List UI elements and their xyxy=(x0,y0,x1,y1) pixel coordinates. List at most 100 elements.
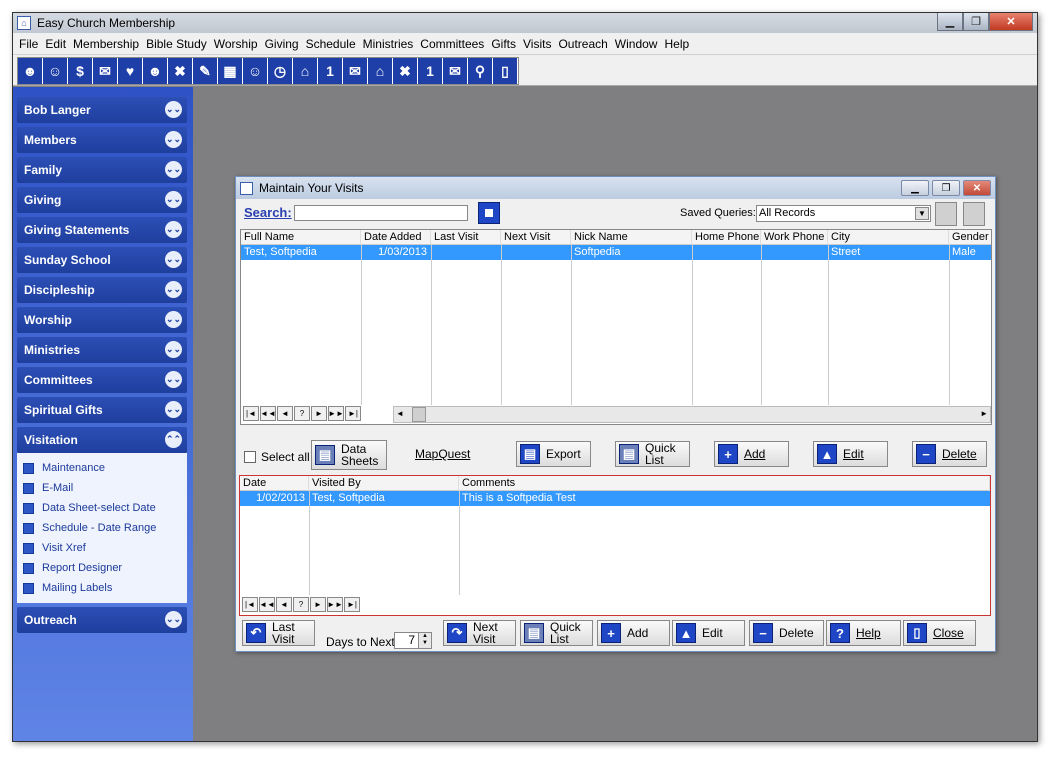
child-title-bar[interactable]: Maintain Your Visits ▁ ❐ ✕ xyxy=(236,177,995,199)
col-last-visit[interactable]: Last Visit xyxy=(431,230,501,245)
sidebar-item-family[interactable]: Family ⌄⌄ xyxy=(17,157,187,183)
envelope-person2-icon[interactable]: ✉ xyxy=(443,58,467,84)
nav-next-page-button[interactable]: ►► xyxy=(327,597,343,612)
last-visit-button[interactable]: ↶ Last Visit xyxy=(242,620,315,646)
help-button[interactable]: ? Help xyxy=(826,620,901,646)
nav-last-button[interactable]: ►| xyxy=(345,406,361,421)
col-home-phone[interactable]: Home Phone xyxy=(692,230,761,245)
sidebar-item-worship[interactable]: Worship ⌄⌄ xyxy=(17,307,187,333)
col-date[interactable]: Date xyxy=(240,476,309,491)
sidebar-item-sunday-school[interactable]: Sunday School ⌄⌄ xyxy=(17,247,187,273)
sidebar-sub-mailing-labels[interactable]: Mailing Labels xyxy=(17,578,187,598)
sidebar-item-discipleship[interactable]: Discipleship ⌄⌄ xyxy=(17,277,187,303)
chevron-down-icon[interactable]: ⌄⌄ xyxy=(165,251,182,268)
minimize-button[interactable]: ▁ xyxy=(937,13,963,31)
sidebar-item-ministries[interactable]: Ministries ⌄⌄ xyxy=(17,337,187,363)
menu-visits[interactable]: Visits xyxy=(523,37,558,51)
calendar-icon[interactable]: ▦ xyxy=(218,58,242,84)
chevron-up-icon[interactable]: ⌃⌃ xyxy=(165,431,182,448)
sidebar-sub-report-designer[interactable]: Report Designer xyxy=(17,558,187,578)
col-visited-by[interactable]: Visited By xyxy=(309,476,459,491)
saved-query-button-2[interactable] xyxy=(963,202,985,226)
col-work-phone[interactable]: Work Phone xyxy=(761,230,828,245)
bottom-add-button[interactable]: + Add xyxy=(597,620,670,646)
col-date-added[interactable]: Date Added xyxy=(361,230,431,245)
sidebar-sub-data-sheet[interactable]: Data Sheet-select Date xyxy=(17,498,187,518)
tools2-icon[interactable]: ✖ xyxy=(393,58,417,84)
search-input[interactable] xyxy=(294,205,468,221)
chevron-down-icon[interactable]: ⌄⌄ xyxy=(165,281,182,298)
menu-edit[interactable]: Edit xyxy=(45,37,73,51)
next-visit-button[interactable]: ↷ Next Visit xyxy=(443,620,516,646)
chevron-down-icon[interactable]: ⌄⌄ xyxy=(165,311,182,328)
scroll-left-icon[interactable]: ◄ xyxy=(396,409,404,418)
col-next-visit[interactable]: Next Visit xyxy=(501,230,571,245)
delete-button[interactable]: − Delete xyxy=(912,441,987,467)
child-minimize-button[interactable]: ▁ xyxy=(901,180,929,196)
people-icon[interactable]: ☻ xyxy=(18,58,42,84)
group-icon[interactable]: ☻ xyxy=(143,58,167,84)
days-to-next-spinner[interactable]: 7 ▲ ▼ xyxy=(394,632,432,649)
table-row[interactable]: Test, Softpedia 1/03/2013 Softpedia Stre… xyxy=(241,245,991,260)
envelope-person-icon[interactable]: ✉ xyxy=(343,58,367,84)
sidebar-sub-maintenance[interactable]: Maintenance xyxy=(17,458,187,478)
menu-file[interactable]: File xyxy=(19,37,45,51)
chevron-down-icon[interactable]: ⌄⌄ xyxy=(165,101,182,118)
tools-icon[interactable]: ✖ xyxy=(168,58,192,84)
nav-query-button[interactable]: ? xyxy=(294,406,310,421)
bottom-delete-button[interactable]: − Delete xyxy=(749,620,824,646)
sidebar-sub-visit-xref[interactable]: Visit Xref xyxy=(17,538,187,558)
sidebar-item-spiritual-gifts[interactable]: Spiritual Gifts ⌄⌄ xyxy=(17,397,187,423)
menu-outreach[interactable]: Outreach xyxy=(558,37,614,51)
col-city[interactable]: City xyxy=(828,230,949,245)
number-one-icon[interactable]: 1 xyxy=(318,58,342,84)
sidebar-item-members[interactable]: Members ⌄⌄ xyxy=(17,127,187,153)
chevron-down-icon[interactable]: ⌄⌄ xyxy=(165,341,182,358)
visits-grid[interactable]: Full Name Date Added Last Visit Next Vis… xyxy=(240,229,992,425)
sidebar-item-giving-statements[interactable]: Giving Statements ⌄⌄ xyxy=(17,217,187,243)
bottom-quick-list-button[interactable]: ▤ Quick List xyxy=(520,620,593,646)
chevron-down-icon[interactable]: ⌄⌄ xyxy=(165,371,182,388)
visit-history-grid[interactable]: Date Visited By Comments 1/02/2013 Test,… xyxy=(239,475,991,616)
dropdown-arrow-icon[interactable]: ▼ xyxy=(915,207,929,220)
menu-schedule[interactable]: Schedule xyxy=(306,37,363,51)
checkbox-box[interactable] xyxy=(244,451,256,463)
edit-button[interactable]: ▲ Edit xyxy=(813,441,888,467)
horizontal-scrollbar[interactable]: ◄ ► xyxy=(393,406,991,423)
chevron-down-icon[interactable]: ⌄⌄ xyxy=(165,191,182,208)
menu-bible-study[interactable]: Bible Study xyxy=(146,37,214,51)
scroll-right-icon[interactable]: ► xyxy=(980,409,988,418)
sidebar-sub-email[interactable]: E-Mail xyxy=(17,478,187,498)
nav-prev-page-button[interactable]: ◄◄ xyxy=(260,406,276,421)
nav-first-button[interactable]: |◄ xyxy=(242,597,258,612)
number-one2-icon[interactable]: 1 xyxy=(418,58,442,84)
chevron-down-icon[interactable]: ⌄⌄ xyxy=(165,611,182,628)
menu-worship[interactable]: Worship xyxy=(214,37,265,51)
bottom-close-button[interactable]: ▯ Close xyxy=(903,620,976,646)
pen-icon[interactable]: ✎ xyxy=(193,58,217,84)
add-button[interactable]: + Add xyxy=(714,441,789,467)
nav-last-button[interactable]: ►| xyxy=(344,597,360,612)
title-bar[interactable]: ⌂ Easy Church Membership ▁ ❐ ✕ xyxy=(13,13,1037,33)
menu-window[interactable]: Window xyxy=(615,37,665,51)
exit-icon[interactable]: ▯ xyxy=(493,58,517,84)
nav-first-button[interactable]: |◄ xyxy=(243,406,259,421)
menu-membership[interactable]: Membership xyxy=(73,37,146,51)
child-restore-button[interactable]: ❐ xyxy=(932,180,960,196)
nav-query-button[interactable]: ? xyxy=(293,597,309,612)
child-close-button[interactable]: ✕ xyxy=(963,180,991,196)
house-icon[interactable]: ⌂ xyxy=(293,58,317,84)
menu-gifts[interactable]: Gifts xyxy=(491,37,523,51)
col-comments[interactable]: Comments xyxy=(459,476,990,491)
menu-committees[interactable]: Committees xyxy=(420,37,491,51)
select-all-checkbox[interactable]: Select all xyxy=(244,450,310,464)
person-icon[interactable]: ☺ xyxy=(43,58,67,84)
sidebar-item-visitation[interactable]: Visitation ⌃⌃ xyxy=(17,427,187,453)
scroll-thumb[interactable] xyxy=(412,407,426,422)
menu-giving[interactable]: Giving xyxy=(265,37,306,51)
menu-help[interactable]: Help xyxy=(664,37,696,51)
quick-list-button[interactable]: ▤ Quick List xyxy=(615,441,690,467)
church-icon[interactable]: ⌂ xyxy=(368,58,392,84)
nav-prev-button[interactable]: ◄ xyxy=(276,597,292,612)
col-full-name[interactable]: Full Name xyxy=(241,230,361,245)
